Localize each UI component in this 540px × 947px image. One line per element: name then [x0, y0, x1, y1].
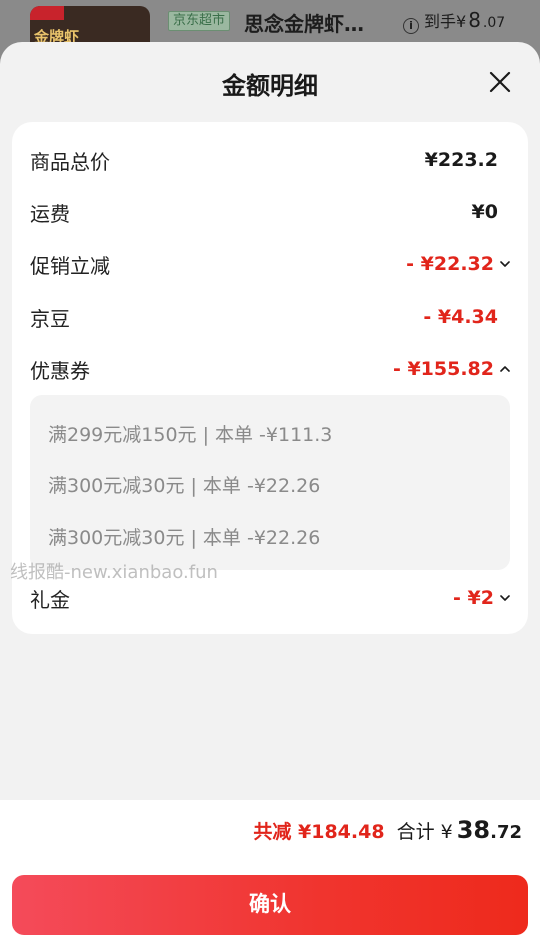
- product-price: i 到手¥ 8 .07: [403, 8, 506, 34]
- sheet-title: 金额明细: [222, 72, 318, 100]
- row-jingdou: 京豆 - ¥4.34: [30, 297, 528, 337]
- sheet-header: 金额明细: [0, 42, 540, 122]
- row-label: 促销立减: [30, 253, 110, 278]
- amount-detail-card: 商品总价 ¥223.2 运费 ¥0 促销立减 - ¥22.32 京豆 - ¥4.…: [12, 122, 528, 634]
- total-label: 合计 ¥: [396, 821, 453, 843]
- total-int: 38: [456, 816, 491, 844]
- chevron-down-icon[interactable]: [498, 257, 512, 271]
- coupon-item: 满299元减150元 | 本单 -¥111.3: [48, 424, 333, 446]
- close-button[interactable]: [488, 70, 512, 94]
- row-coupon[interactable]: 优惠券 - ¥155.82: [30, 349, 528, 389]
- row-value-wrap: - ¥22.32: [406, 253, 528, 275]
- row-value: - ¥2: [453, 587, 494, 609]
- row-value: ¥0: [471, 201, 498, 223]
- coupon-item: 满300元减30元 | 本单 -¥22.26: [48, 527, 321, 549]
- row-value: - ¥22.32: [406, 253, 494, 275]
- thumbnail-badge: [30, 6, 64, 20]
- footer-bar: 共减 ¥184.48 合计 ¥ 38 .72 确认: [0, 800, 540, 947]
- confirm-button[interactable]: 确认: [12, 875, 528, 935]
- row-label: 商品总价: [30, 149, 110, 174]
- row-label: 礼金: [30, 587, 70, 612]
- row-value-wrap: - ¥155.82: [393, 358, 528, 380]
- price-dec: .07: [482, 15, 506, 31]
- info-icon: i: [403, 18, 419, 34]
- close-icon: [489, 71, 511, 93]
- row-goods-total: 商品总价 ¥223.2: [30, 140, 528, 180]
- row-value-wrap: - ¥2: [453, 587, 528, 609]
- saved-amount: 共减 ¥184.48: [253, 821, 385, 843]
- price-prefix: 到手¥: [424, 12, 467, 31]
- row-promotion[interactable]: 促销立减 - ¥22.32: [30, 244, 528, 284]
- row-label: 优惠券: [30, 358, 90, 383]
- row-value: - ¥155.82: [392, 358, 494, 380]
- row-label: 运费: [30, 201, 70, 226]
- row-value: ¥223.2: [424, 149, 498, 171]
- coupon-item: 满300元减30元 | 本单 -¥22.26: [48, 475, 321, 497]
- price-int: 8: [468, 8, 481, 32]
- coupon-detail-list: 满299元减150元 | 本单 -¥111.3 满300元减30元 | 本单 -…: [30, 395, 510, 570]
- chevron-up-icon[interactable]: [498, 362, 512, 376]
- chevron-down-icon[interactable]: [498, 591, 512, 605]
- row-value: - ¥4.34: [423, 306, 498, 328]
- price-summary: 共减 ¥184.48 合计 ¥ 38 .72: [253, 816, 522, 844]
- store-badge: 京东超市: [168, 11, 231, 31]
- row-gift-money[interactable]: 礼金 - ¥2: [30, 578, 528, 618]
- product-title: 思念金牌虾…: [244, 12, 364, 36]
- row-shipping: 运费 ¥0: [30, 192, 528, 232]
- total-dec: .72: [490, 822, 522, 843]
- row-label: 京豆: [30, 306, 70, 331]
